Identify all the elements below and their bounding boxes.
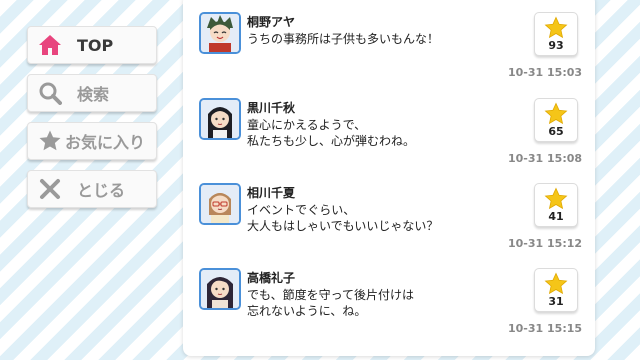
- like-button[interactable]: 65: [534, 98, 578, 142]
- nav-search-button[interactable]: 検索: [27, 74, 157, 112]
- nav-search-label: 検索: [77, 85, 110, 104]
- message-feed-panel[interactable]: 桐野アヤ うちの事務所は子供も多いもんな！ 93 10-31 15:03 黒川千…: [183, 0, 595, 356]
- feed-item: 相川千夏 イベントでぐらい、 大人もはしゃいでもいいじゃない？ 41 10-31…: [183, 183, 595, 267]
- like-button[interactable]: 41: [534, 183, 578, 227]
- home-icon: [37, 32, 63, 58]
- timestamp: 10-31 15:15: [508, 322, 583, 335]
- avatar[interactable]: [199, 183, 241, 225]
- search-icon: [37, 80, 63, 106]
- side-nav: TOP 検索 お気に入り とじる: [27, 26, 157, 218]
- star-icon: [544, 16, 568, 39]
- feed-message-line: 童心にかえるようで、: [247, 118, 367, 132]
- feed-message-line: 私たちも少し、心が弾むわね。: [247, 134, 416, 148]
- feed-item: 黒川千秋 童心にかえるようで、 私たちも少し、心が弾むわね。 65 10-31 …: [183, 98, 595, 182]
- feed-name: 高橋礼子: [247, 271, 296, 285]
- feed-message: うちの事務所は子供も多いもんな！: [247, 31, 439, 47]
- like-count: 41: [548, 210, 564, 223]
- nav-close-label: とじる: [77, 181, 126, 200]
- avatar[interactable]: [199, 268, 241, 310]
- feed-message-line: 忘れないように、ね。: [247, 304, 367, 318]
- feed-message-line: 大人もはしゃいでもいいじゃない？: [247, 219, 439, 233]
- nav-favorites-label: お気に入り: [65, 133, 146, 152]
- like-count: 65: [548, 125, 564, 138]
- nav-top-button[interactable]: TOP: [27, 26, 157, 64]
- timestamp: 10-31 15:03: [508, 66, 583, 79]
- feed-item: 桐野アヤ うちの事務所は子供も多いもんな！ 93 10-31 15:03: [183, 12, 595, 96]
- feed-item: 高橋礼子 でも、節度を守って後片付けは 忘れないように、ね。 31 10-31 …: [183, 268, 595, 352]
- like-button[interactable]: 93: [534, 12, 578, 56]
- nav-close-button[interactable]: とじる: [27, 170, 157, 208]
- feed-name: 黒川千秋: [247, 101, 296, 115]
- feed-message-line: でも、節度を守って後片付けは: [247, 288, 415, 302]
- feed-message-line: イベントでぐらい、: [247, 203, 356, 217]
- nav-favorites-button[interactable]: お気に入り: [27, 122, 157, 160]
- feed-message: イベントでぐらい、 大人もはしゃいでもいいじゃない？: [247, 202, 438, 234]
- avatar[interactable]: [199, 98, 241, 140]
- feed-message: 童心にかえるようで、 私たちも少し、心が弾むわね。: [247, 117, 415, 149]
- like-count: 93: [548, 39, 564, 52]
- feed-name: 相川千夏: [247, 186, 296, 200]
- close-icon: [37, 176, 63, 202]
- star-icon: [37, 128, 63, 154]
- feed-message: でも、節度を守って後片付けは 忘れないように、ね。: [247, 287, 414, 319]
- feed-name: 桐野アヤ: [247, 15, 296, 29]
- feed-message-line: うちの事務所は子供も多いもんな！: [247, 32, 440, 46]
- star-icon: [544, 272, 568, 295]
- like-count: 31: [548, 295, 564, 308]
- nav-top-label: TOP: [77, 35, 114, 55]
- timestamp: 10-31 15:12: [508, 237, 583, 250]
- star-icon: [544, 187, 568, 210]
- avatar[interactable]: [199, 12, 241, 54]
- like-button[interactable]: 31: [534, 268, 578, 312]
- star-icon: [544, 102, 568, 125]
- timestamp: 10-31 15:08: [508, 152, 583, 165]
